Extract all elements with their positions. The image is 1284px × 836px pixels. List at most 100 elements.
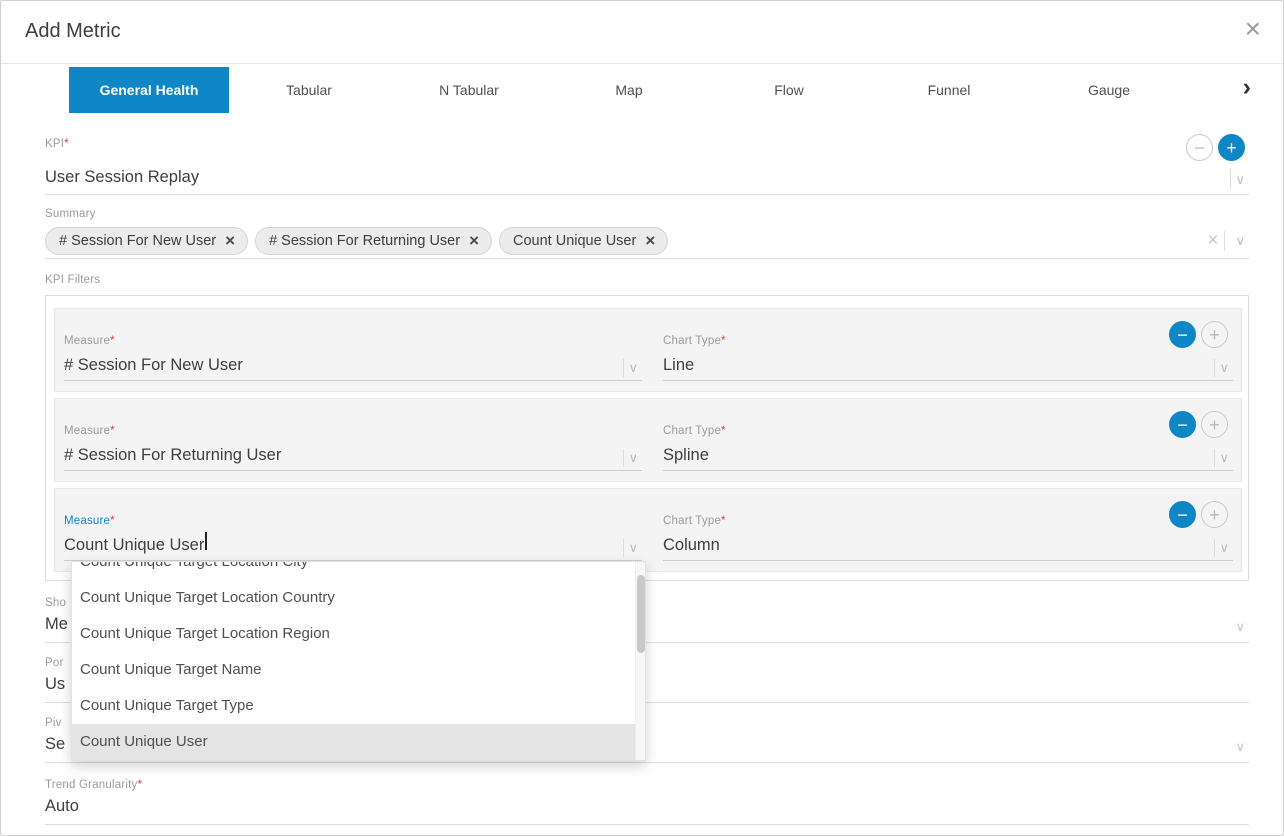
- chip-remove-icon[interactable]: ×: [645, 232, 655, 249]
- measure-label: Measure*: [64, 335, 115, 347]
- measure-card-actions: − +: [1169, 501, 1228, 528]
- chevron-down-icon[interactable]: ∨: [1215, 540, 1233, 560]
- text-cursor: [205, 532, 207, 550]
- measure-value: # Session For New User: [64, 356, 623, 380]
- tab-funnel[interactable]: Funnel: [869, 67, 1029, 113]
- summary-controls: × ∨: [1207, 231, 1249, 251]
- remove-measure-button[interactable]: −: [1169, 411, 1196, 438]
- required-asterisk: *: [137, 779, 142, 791]
- tabs-scroll-right-icon[interactable]: ›: [1243, 75, 1251, 100]
- header-divider: [1, 63, 1283, 64]
- add-measure-button[interactable]: +: [1201, 411, 1228, 438]
- kpi-filters-label: KPI Filters: [45, 274, 100, 286]
- summary-multiselect[interactable]: # Session For New User × # Session For R…: [45, 223, 1249, 259]
- dropdown-item-partial[interactable]: Count Unique Target Location City: [72, 561, 645, 580]
- scrollbar-thumb[interactable]: [637, 575, 645, 653]
- field-value: Auto: [45, 791, 1249, 825]
- chart-type-select[interactable]: Line ∨: [663, 353, 1233, 381]
- dropdown-item[interactable]: Count Unique Target Location Country: [72, 580, 645, 616]
- chevron-down-icon[interactable]: ∨: [1215, 360, 1233, 380]
- measures-panel: Measure* # Session For New User ∨ Chart …: [45, 295, 1249, 581]
- chart-type-label-text: Chart Type: [663, 515, 721, 527]
- required-asterisk: *: [721, 425, 726, 437]
- dropdown-item-selected[interactable]: Count Unique User: [72, 724, 645, 760]
- field-label-text: Trend Granularity: [45, 779, 137, 791]
- tab-general-health[interactable]: General Health: [69, 67, 229, 113]
- measure-select[interactable]: # Session For New User ∨: [64, 353, 642, 381]
- dropdown-item[interactable]: Count Unique Target Location Region: [72, 616, 645, 652]
- dropdown-list: Count Unique Target Location City Count …: [72, 561, 645, 760]
- add-measure-button[interactable]: +: [1201, 501, 1228, 528]
- tab-map[interactable]: Map: [549, 67, 709, 113]
- plus-icon: +: [1209, 416, 1220, 434]
- chart-type-value: Line: [663, 356, 1214, 380]
- required-asterisk: *: [64, 138, 69, 150]
- chevron-down-icon[interactable]: ∨: [1231, 233, 1249, 249]
- plus-icon: +: [1226, 139, 1237, 157]
- field-label: Trend Granularity*: [45, 779, 1249, 791]
- chart-type-select[interactable]: Spline ∨: [663, 443, 1233, 471]
- measure-card: Measure* # Session For Returning User ∨ …: [54, 398, 1242, 482]
- chip-remove-icon[interactable]: ×: [225, 232, 235, 249]
- measure-card: Measure* Count Unique User ∨ Chart Type*…: [54, 488, 1242, 572]
- chevron-down-icon[interactable]: ∨: [1215, 450, 1233, 470]
- chart-type-label: Chart Type*: [663, 425, 726, 437]
- tab-gauge[interactable]: Gauge: [1029, 67, 1189, 113]
- kpi-select[interactable]: User Session Replay ∨: [45, 159, 1249, 195]
- required-asterisk: *: [110, 515, 115, 527]
- kpi-label-text: KPI: [45, 138, 64, 150]
- remove-kpi-button[interactable]: −: [1186, 134, 1213, 161]
- chip-remove-icon[interactable]: ×: [469, 232, 479, 249]
- measure-label: Measure*: [64, 425, 115, 437]
- add-metric-dialog: Add Metric × General Health Tabular N Ta…: [0, 0, 1284, 836]
- chip-label: # Session For Returning User: [269, 233, 460, 249]
- required-asterisk: *: [721, 335, 726, 347]
- dropdown-item[interactable]: Count Unique Target Name: [72, 652, 645, 688]
- measure-card-actions: − +: [1169, 411, 1228, 438]
- chevron-down-icon[interactable]: ∨: [624, 450, 642, 470]
- chevron-down-icon[interactable]: ∨: [1231, 172, 1249, 194]
- measure-combobox-input[interactable]: Count Unique User ∨: [64, 533, 642, 561]
- chart-type-value: Column: [663, 536, 1214, 560]
- dropdown-scrollbar[interactable]: [635, 562, 645, 760]
- dialog-title: Add Metric: [25, 20, 121, 43]
- chart-type-label: Chart Type*: [663, 335, 726, 347]
- close-icon[interactable]: ×: [1245, 15, 1261, 43]
- measure-label-text: Measure: [64, 425, 110, 437]
- metric-type-tabs: General Health Tabular N Tabular Map Flo…: [69, 67, 1189, 113]
- remove-measure-button[interactable]: −: [1169, 501, 1196, 528]
- dropdown-item[interactable]: Count Unique Target Type: [72, 688, 645, 724]
- clear-all-icon[interactable]: ×: [1207, 231, 1218, 250]
- chevron-down-icon[interactable]: ∨: [624, 360, 642, 380]
- add-kpi-button[interactable]: +: [1218, 134, 1245, 161]
- measure-card-actions: − +: [1169, 321, 1228, 348]
- chevron-down-icon[interactable]: ∨: [1235, 619, 1245, 635]
- measure-dropdown: Count Unique Target Location City Count …: [71, 561, 646, 761]
- plus-icon: +: [1209, 506, 1220, 524]
- tab-tabular[interactable]: Tabular: [229, 67, 389, 113]
- measure-label: Measure*: [64, 515, 115, 527]
- summary-field-label: Summary: [45, 208, 96, 220]
- trend-granularity-field[interactable]: Trend Granularity* Auto: [45, 779, 1249, 825]
- measure-label-text: Measure: [64, 515, 110, 527]
- chip-label: # Session For New User: [59, 233, 216, 249]
- kpi-field-label: KPI*: [45, 138, 69, 150]
- measure-select[interactable]: # Session For Returning User ∨: [64, 443, 642, 471]
- chevron-down-icon[interactable]: ∨: [1235, 739, 1245, 755]
- tab-n-tabular[interactable]: N Tabular: [389, 67, 549, 113]
- field-divider: [1224, 231, 1225, 251]
- required-asterisk: *: [721, 515, 726, 527]
- chevron-down-icon[interactable]: ∨: [624, 540, 642, 560]
- kpi-row-actions: − +: [1186, 134, 1245, 161]
- minus-icon: −: [1194, 139, 1205, 157]
- kpi-value: User Session Replay: [45, 168, 1230, 194]
- measure-value: # Session For Returning User: [64, 446, 623, 470]
- chip-label: Count Unique User: [513, 233, 636, 249]
- measure-card: Measure* # Session For New User ∨ Chart …: [54, 308, 1242, 392]
- chart-type-select[interactable]: Column ∨: [663, 533, 1233, 561]
- remove-measure-button[interactable]: −: [1169, 321, 1196, 348]
- tab-flow[interactable]: Flow: [709, 67, 869, 113]
- summary-chip: # Session For Returning User ×: [255, 227, 492, 255]
- minus-icon: −: [1177, 326, 1188, 344]
- add-measure-button[interactable]: +: [1201, 321, 1228, 348]
